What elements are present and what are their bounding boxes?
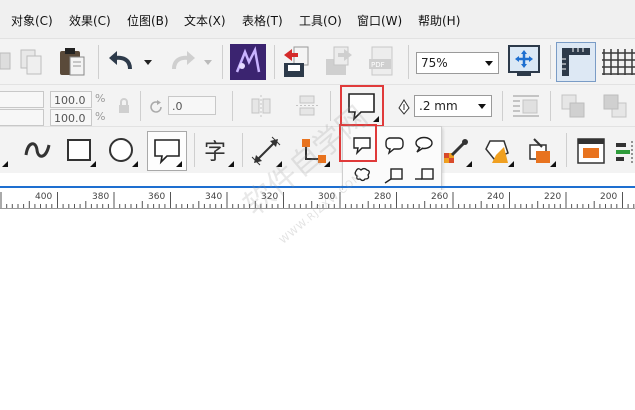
zoom-level-select[interactable]: 75% bbox=[416, 52, 499, 74]
rectangle-tool-flyout-icon bbox=[90, 161, 96, 167]
redo-icon[interactable] bbox=[166, 49, 198, 75]
highlight-frame bbox=[339, 124, 377, 162]
object-width-field[interactable] bbox=[0, 91, 44, 108]
toolbox: 字 bbox=[0, 126, 635, 173]
undo-dropdown-icon[interactable] bbox=[143, 57, 153, 67]
export-icon[interactable] bbox=[322, 45, 356, 79]
outline-width-value: .2 mm bbox=[419, 99, 458, 113]
callout-cloud-icon[interactable] bbox=[349, 163, 375, 187]
eyedropper-tool-flyout-icon bbox=[466, 161, 472, 167]
object-height-field[interactable] bbox=[0, 109, 44, 126]
tool-flyout-indicator bbox=[2, 161, 8, 167]
menu-bar: 对象(C) 效果(C) 位图(B) 文本(X) 表格(T) 工具(O) 窗口(W… bbox=[0, 0, 635, 38]
scale-y-field[interactable]: 100.0 bbox=[50, 109, 92, 126]
show-grid-icon[interactable] bbox=[600, 45, 635, 79]
scale-x-field[interactable]: 100.0 bbox=[50, 91, 92, 108]
smart-fill-flyout-icon bbox=[550, 161, 556, 167]
chevron-down-icon bbox=[485, 61, 493, 66]
connector-tool-flyout-icon bbox=[324, 161, 330, 167]
chevron-down-icon bbox=[478, 104, 486, 109]
menu-object[interactable]: 对象(C) bbox=[11, 12, 53, 29]
copy-icon[interactable] bbox=[18, 47, 44, 77]
menu-window[interactable]: 窗口(W) bbox=[357, 12, 402, 29]
redo-dropdown-icon[interactable] bbox=[203, 57, 213, 67]
rotation-icon bbox=[148, 99, 166, 115]
lock-ratio-icon[interactable] bbox=[116, 97, 132, 115]
mirror-vertical-icon[interactable] bbox=[294, 93, 320, 119]
menu-table[interactable]: 表格(T) bbox=[242, 12, 283, 29]
import-icon[interactable] bbox=[280, 45, 312, 79]
align-panel-icon[interactable] bbox=[614, 135, 635, 167]
menu-tools[interactable]: 工具(O) bbox=[299, 12, 342, 29]
rotation-angle-field[interactable]: .0 bbox=[168, 96, 216, 115]
wrap-text-icon[interactable] bbox=[510, 91, 542, 121]
property-bar: 100.0 100.0 % % .0 .2 mm bbox=[0, 84, 635, 127]
scale-x-unit: % bbox=[95, 92, 106, 105]
scale-y-unit: % bbox=[95, 110, 106, 123]
callout-line-right-icon[interactable] bbox=[411, 163, 437, 187]
dimension-tool-flyout-icon bbox=[276, 161, 282, 167]
svg-text:字: 字 bbox=[204, 140, 226, 165]
full-screen-preview-icon[interactable] bbox=[507, 44, 541, 78]
text-tool-flyout-icon bbox=[228, 161, 234, 167]
pen-nib-icon bbox=[396, 98, 412, 116]
paste-icon[interactable] bbox=[56, 45, 88, 79]
svg-text:PDF: PDF bbox=[371, 61, 385, 69]
object-manager-icon[interactable] bbox=[574, 135, 608, 167]
callout-tool-flyout-icon bbox=[176, 161, 182, 167]
callout-line-left-icon[interactable] bbox=[381, 163, 407, 187]
publish-pdf-icon[interactable]: PDF bbox=[366, 45, 400, 79]
menu-effects[interactable]: 效果(C) bbox=[69, 12, 111, 29]
corel-connect-icon[interactable] bbox=[230, 44, 266, 80]
menu-help[interactable]: 帮助(H) bbox=[418, 12, 460, 29]
outline-width-select[interactable]: .2 mm bbox=[414, 95, 492, 117]
undo-icon[interactable] bbox=[106, 49, 138, 75]
callout-rounded-icon[interactable] bbox=[381, 133, 407, 157]
interactive-fill-flyout-icon bbox=[508, 161, 514, 167]
horizontal-ruler[interactable]: 400 380 360 340 320 300 280 260 240 220 … bbox=[0, 190, 635, 209]
to-back-icon[interactable] bbox=[600, 91, 630, 121]
ruler-ticks bbox=[0, 192, 635, 208]
cut-icon[interactable] bbox=[0, 49, 14, 75]
toolbox-divider bbox=[0, 186, 635, 188]
menu-text[interactable]: 文本(X) bbox=[184, 12, 226, 29]
freehand-curve-icon[interactable] bbox=[22, 135, 54, 165]
standard-toolbar: PDF 75% bbox=[0, 38, 635, 85]
ellipse-tool-flyout-icon bbox=[132, 161, 138, 167]
drawing-canvas[interactable] bbox=[0, 209, 635, 410]
menu-bitmaps[interactable]: 位图(B) bbox=[127, 12, 169, 29]
mirror-horizontal-icon[interactable] bbox=[248, 93, 274, 119]
zoom-level-value: 75% bbox=[421, 56, 448, 70]
highlight-frame bbox=[340, 85, 384, 127]
to-front-icon[interactable] bbox=[558, 91, 588, 121]
show-rulers-icon[interactable] bbox=[556, 42, 596, 82]
callout-oval-icon[interactable] bbox=[411, 133, 437, 157]
